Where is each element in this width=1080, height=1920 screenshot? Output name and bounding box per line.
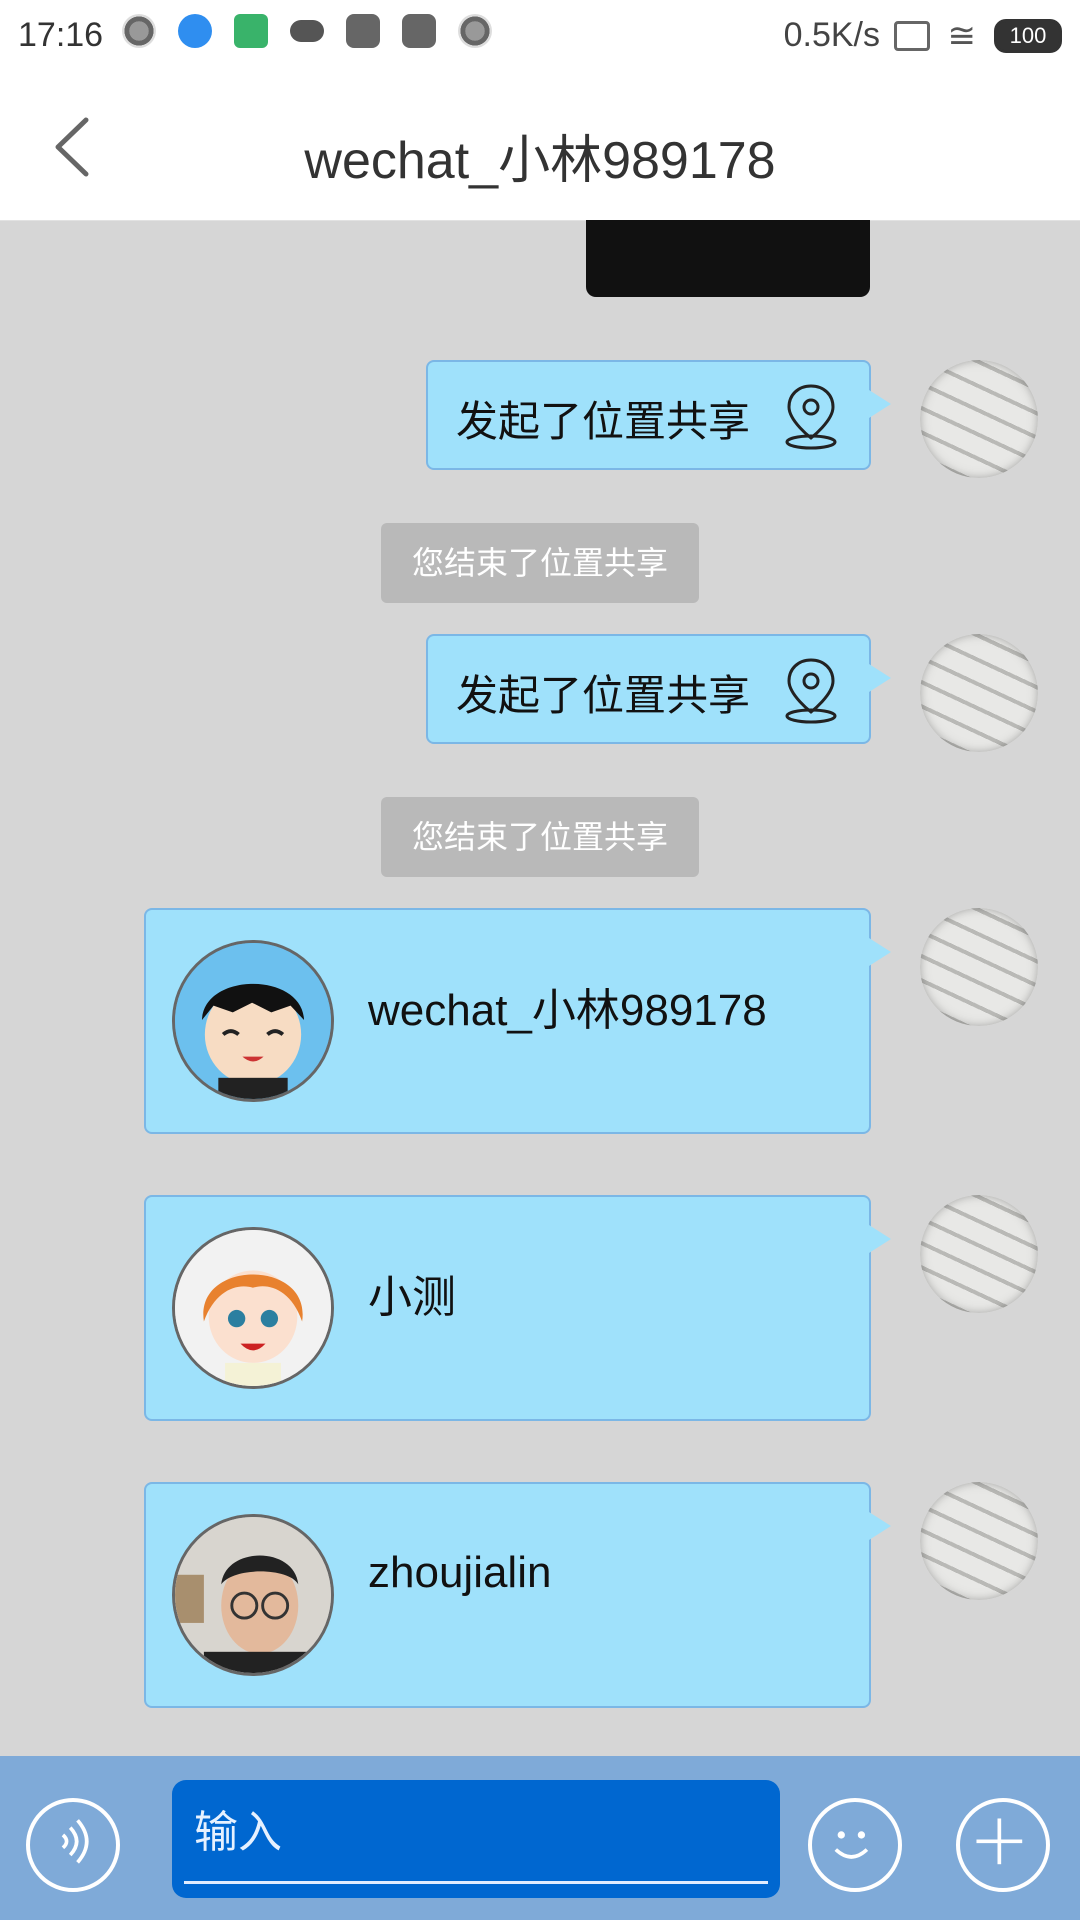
status-notification-icons — [122, 14, 492, 48]
message-input[interactable] — [192, 1796, 756, 1870]
battery-icon: 100 — [994, 19, 1062, 53]
plane-app-icon — [178, 14, 212, 48]
sim-off-icon — [893, 21, 930, 51]
emoji-button[interactable] — [808, 1798, 902, 1892]
cartoon-girl-avatar-icon — [172, 1227, 334, 1389]
avatar[interactable] — [920, 1482, 1038, 1600]
avatar[interactable] — [920, 360, 1038, 478]
status-right-icons: ≅ 100 — [893, 16, 1062, 56]
plus-button[interactable] — [956, 1798, 1050, 1892]
message-text: 发起了位置共享 — [456, 671, 751, 720]
chat-header: wechat_小林989178 — [0, 72, 1080, 221]
location-pin-icon — [785, 384, 837, 450]
map-app-icon — [234, 14, 268, 48]
input-underline — [184, 1881, 768, 1884]
image-message[interactable] — [586, 220, 870, 297]
page-title: wechat_小林989178 — [304, 132, 776, 190]
app-notification-icon — [122, 14, 156, 48]
app-notification-icon — [458, 14, 492, 48]
network-speed: 0.5K/s — [783, 16, 880, 54]
s-app-icon — [346, 14, 380, 48]
contact-card[interactable]: wechat_小林989178 — [144, 908, 891, 1134]
contact-name: wechat_小林989178 — [368, 986, 767, 1035]
system-message: 您结束了位置共享 — [381, 523, 699, 603]
message-input-wrapper — [172, 1780, 780, 1898]
voice-icon — [61, 1819, 89, 1864]
composer-bar — [0, 1756, 1080, 1920]
chat-messages[interactable]: 发起了位置共享 您结束了位置共享 发起了位置共享 您结束了位置共享 wechat… — [0, 220, 1080, 1756]
status-bar: 17:16 0.5K/s ≅ 100 — [0, 0, 1080, 72]
avatar[interactable] — [920, 634, 1038, 752]
cartoon-boy-avatar-icon — [172, 940, 334, 1102]
cloud-icon — [290, 20, 324, 42]
wifi-icon: ≅ — [947, 17, 977, 55]
message-text: 发起了位置共享 — [456, 397, 751, 446]
location-share-bubble[interactable]: 发起了位置共享 — [426, 634, 891, 744]
avatar[interactable] — [920, 1195, 1038, 1313]
plus-icon — [976, 1818, 1023, 1865]
contact-name: 小测 — [368, 1273, 456, 1322]
s-app-icon — [402, 14, 436, 48]
location-pin-icon — [785, 658, 837, 724]
avatar[interactable] — [920, 908, 1038, 1026]
status-time: 17:16 — [18, 16, 104, 54]
contact-name: zhoujialin — [368, 1548, 552, 1597]
contact-card[interactable]: zhoujialin — [144, 1482, 891, 1708]
location-share-bubble[interactable]: 发起了位置共享 — [426, 360, 891, 470]
contact-card[interactable]: 小测 — [144, 1195, 891, 1421]
photo-avatar-icon — [172, 1514, 334, 1676]
emoji-icon — [834, 1831, 869, 1859]
voice-button[interactable] — [26, 1798, 120, 1892]
system-message: 您结束了位置共享 — [381, 797, 699, 877]
